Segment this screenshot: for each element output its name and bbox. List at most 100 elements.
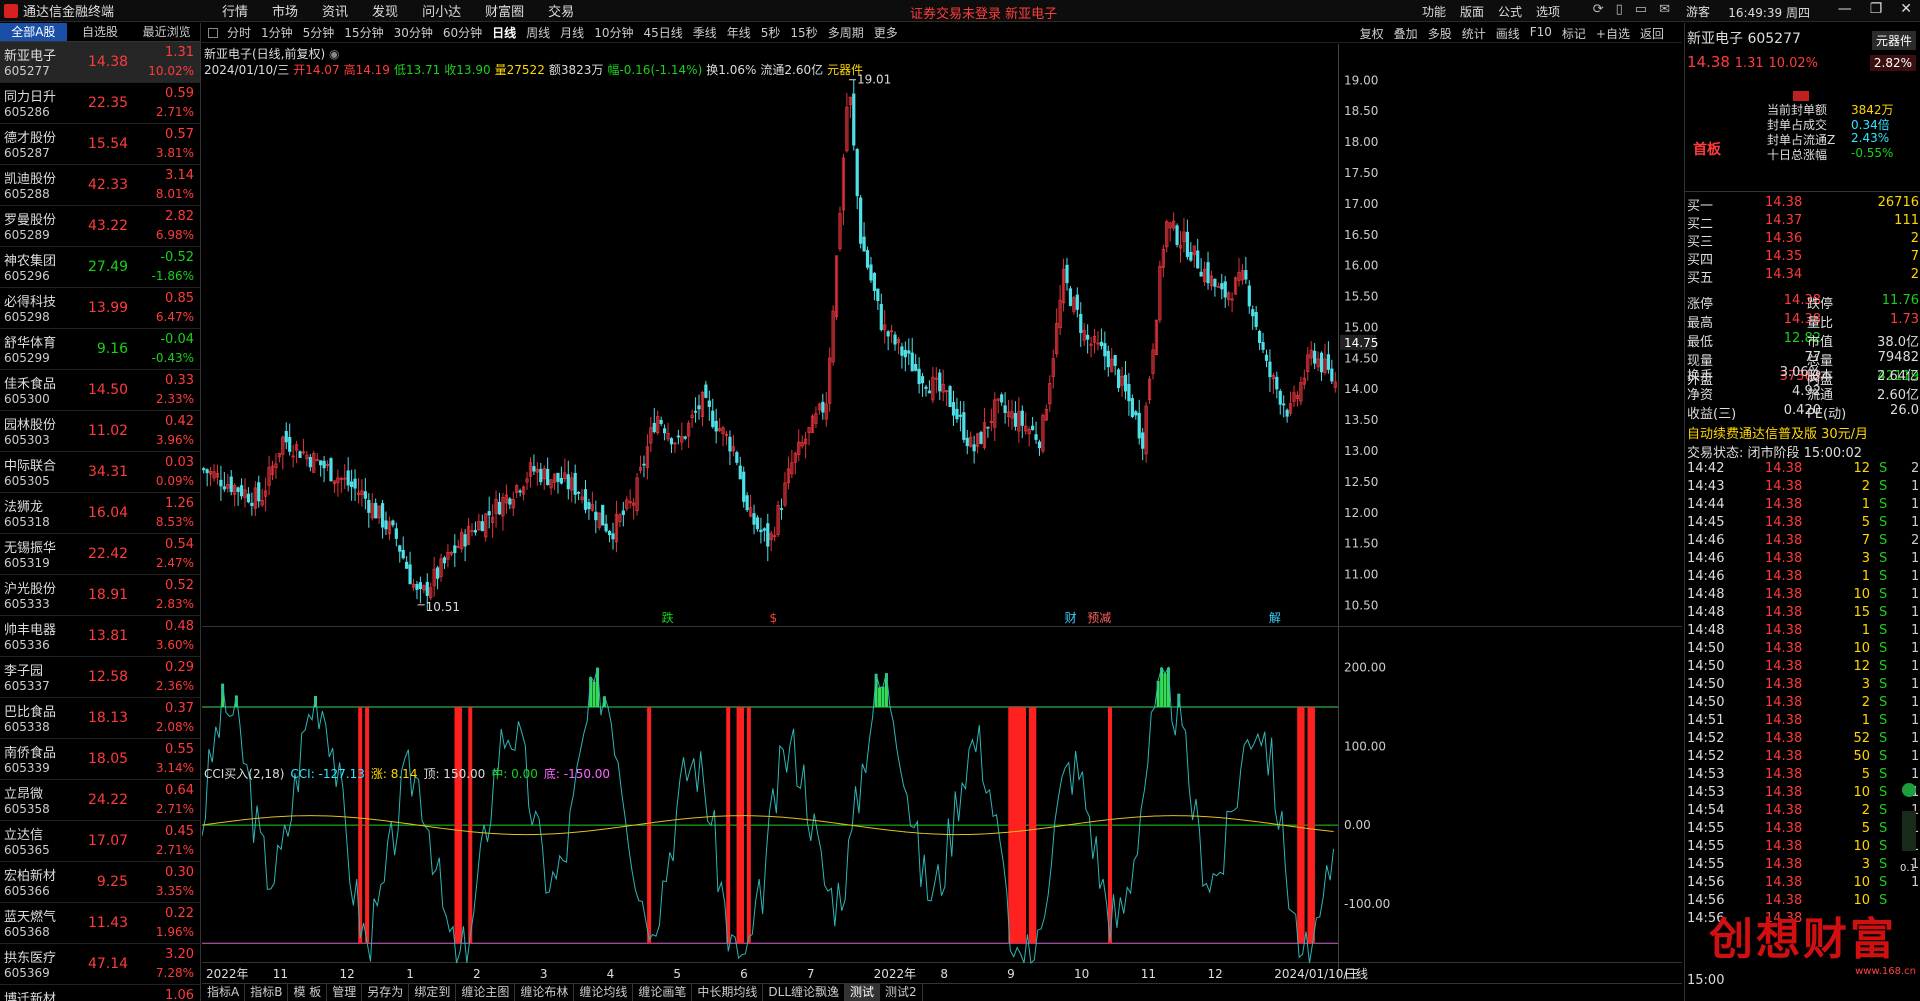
stock-row[interactable]: 法狮龙 605318 16.04 1.26 8.53% [0, 493, 200, 534]
menu-item-4[interactable]: 问小达 [410, 1, 473, 20]
stock-tab-0[interactable]: 全部A股 [0, 23, 67, 41]
indicator-tab-7[interactable]: 缠论布林 [515, 984, 575, 1001]
menu-item-0[interactable]: 行情 [210, 1, 260, 20]
minimize-icon[interactable]: — [1838, 1, 1852, 17]
stock-row[interactable]: 罗曼股份 605289 43.22 2.82 6.98% [0, 206, 200, 247]
stock-row[interactable]: 中际联合 605305 34.31 0.03 0.09% [0, 452, 200, 493]
period-0[interactable]: 分时 [222, 24, 256, 41]
indicator-tab-3[interactable]: 管理 [327, 984, 363, 1001]
indicator-tab-13[interactable]: 测试2 [880, 984, 923, 1001]
indicator-tab-4[interactable]: 另存为 [362, 984, 410, 1001]
stock-row[interactable]: 同力日升 605286 22.35 0.59 2.71% [0, 83, 200, 124]
period-14[interactable]: 15秒 [785, 24, 822, 41]
print-icon[interactable]: ▭ [1635, 2, 1647, 17]
period-12[interactable]: 年线 [722, 24, 756, 41]
right-menu-item-3[interactable]: 选项 [1536, 3, 1560, 20]
stock-row[interactable]: 德才股份 605287 15.54 0.57 3.81% [0, 124, 200, 165]
menu-item-1[interactable]: 市场 [260, 1, 310, 20]
refresh-icon[interactable]: ⟳ [1593, 2, 1604, 17]
indicator-tab-8[interactable]: 缠论均线 [574, 984, 634, 1001]
guest-label[interactable]: 游客 [1686, 3, 1710, 20]
stock-row[interactable]: 博迁新材 1.06 [0, 985, 200, 1001]
cci-signal-bar [1032, 707, 1037, 944]
chart-tool-3[interactable]: 统计 [1462, 25, 1486, 42]
period-16[interactable]: 更多 [869, 24, 903, 41]
period-5[interactable]: 60分钟 [438, 24, 487, 41]
price-tick-label: 10.50 [1344, 598, 1378, 612]
phone-icon[interactable]: ▯ [1616, 2, 1623, 17]
stock-row[interactable]: 舒华体育 605299 9.16 -0.04 -0.43% [0, 329, 200, 370]
right-menu-item-0[interactable]: 功能 [1422, 3, 1446, 20]
stock-row[interactable]: 凯迪股份 605288 42.33 3.14 8.01% [0, 165, 200, 206]
menu-item-5[interactable]: 财富圈 [473, 1, 536, 20]
indicator-tab-10[interactable]: 中长期均线 [692, 984, 764, 1001]
period-13[interactable]: 5秒 [756, 24, 786, 41]
chart-tool-7[interactable]: +自选 [1596, 25, 1630, 42]
stock-row[interactable]: 无锡振华 605319 22.42 0.54 2.47% [0, 534, 200, 575]
restore-icon[interactable]: ❐ [1870, 1, 1883, 17]
indicator-tab-1[interactable]: 指标B [245, 984, 289, 1001]
period-8[interactable]: 月线 [555, 24, 589, 41]
period-4[interactable]: 30分钟 [389, 24, 438, 41]
indicator-tab-12[interactable]: 测试 [845, 984, 881, 1001]
stock-row[interactable]: 沪光股份 605333 18.91 0.52 2.83% [0, 575, 200, 616]
stock-row[interactable]: 立达信 605365 17.07 0.45 2.71% [0, 821, 200, 862]
stock-row[interactable]: 园林股份 605303 11.02 0.42 3.96% [0, 411, 200, 452]
layout-icon[interactable] [208, 27, 218, 38]
collapse-icon[interactable] [1793, 91, 1809, 101]
right-menu-item-1[interactable]: 版面 [1460, 3, 1484, 20]
stock-row[interactable]: 神农集团 605296 27.49 -0.52 -1.86% [0, 247, 200, 288]
menu-item-6[interactable]: 交易 [536, 1, 586, 20]
stock-row[interactable]: 新亚电子 605277 14.38 1.31 10.02% [0, 42, 200, 83]
chart-tool-1[interactable]: 叠加 [1394, 25, 1418, 42]
chart-tool-4[interactable]: 画线 [1496, 25, 1520, 42]
stock-row[interactable]: 巴比食品 605338 18.13 0.37 2.08% [0, 698, 200, 739]
stock-tab-1[interactable]: 自选股 [67, 23, 134, 41]
stock-row[interactable]: 蓝天燃气 605368 11.43 0.22 1.96% [0, 903, 200, 944]
indicator-tab-5[interactable]: 绑定到 [409, 984, 457, 1001]
chart-tool-6[interactable]: 标记 [1562, 25, 1586, 42]
sector-tag[interactable]: 元器件 [1871, 31, 1916, 50]
chart-tool-0[interactable]: 复权 [1360, 25, 1384, 42]
stock-row[interactable]: 宏柏新材 605366 9.25 0.30 3.35% [0, 862, 200, 903]
stock-row[interactable]: 拱东医疗 605369 47.14 3.20 7.28% [0, 944, 200, 985]
login-notice[interactable]: 证券交易未登录 新亚电子 [910, 3, 1057, 22]
candle-body [546, 468, 550, 485]
indicator-tab-6[interactable]: 缠论主图 [456, 984, 516, 1001]
period-6[interactable]: 日线 [487, 24, 521, 41]
indicator-tab-9[interactable]: 缠论画笔 [633, 984, 693, 1001]
period-2[interactable]: 5分钟 [298, 24, 340, 41]
indicator-tab-2[interactable]: 模 板 [288, 984, 328, 1001]
period-10[interactable]: 45日线 [638, 24, 687, 41]
candle-body [1079, 313, 1083, 333]
menu-item-2[interactable]: 资讯 [310, 1, 360, 20]
right-menu-item-2[interactable]: 公式 [1498, 3, 1522, 20]
chart-tool-8[interactable]: 返回 [1640, 25, 1664, 42]
chart-tool-5[interactable]: F10 [1530, 25, 1552, 42]
kline-chart[interactable]: 10.50 11.00 11.50 12.00 12.50 13.00 13.50 14.00… [202, 44, 1682, 984]
close-icon[interactable]: ✕ [1900, 1, 1912, 17]
period-9[interactable]: 10分钟 [589, 24, 638, 41]
add-icon[interactable] [1902, 783, 1916, 797]
mail-icon[interactable]: ✉ [1659, 2, 1670, 17]
period-15[interactable]: 多周期 [823, 24, 869, 41]
stock-tab-2[interactable]: 最近浏览 [133, 23, 200, 41]
stock-row[interactable]: 南侨食品 605339 18.05 0.55 3.14% [0, 739, 200, 780]
period-1[interactable]: 1分钟 [256, 24, 298, 41]
stock-row[interactable]: 李子园 605337 12.58 0.29 2.36% [0, 657, 200, 698]
indicator-tab-11[interactable]: DLL缠论飘逸 [763, 984, 846, 1001]
stock-row[interactable]: 立昂微 605358 24.22 0.64 2.71% [0, 780, 200, 821]
period-7[interactable]: 周线 [521, 24, 555, 41]
menu-item-3[interactable]: 发现 [360, 1, 410, 20]
indicator-name[interactable]: CCI买入(2,18) [204, 767, 284, 781]
subscription-ad[interactable]: 自动续费通达信普及版 30元/月 [1687, 423, 1868, 442]
speed-slider[interactable] [1902, 811, 1916, 851]
chart-tool-2[interactable]: 多股 [1428, 25, 1452, 42]
tick-row: 14:53 14.38 5 S 1 [1685, 767, 1919, 785]
stock-row[interactable]: 帅丰电器 605336 13.81 0.48 3.60% [0, 616, 200, 657]
period-3[interactable]: 15分钟 [339, 24, 388, 41]
indicator-tab-0[interactable]: 指标A [202, 984, 246, 1001]
period-11[interactable]: 季线 [688, 24, 722, 41]
stock-row[interactable]: 必得科技 605298 13.99 0.85 6.47% [0, 288, 200, 329]
stock-row[interactable]: 佳禾食品 605300 14.50 0.33 2.33% [0, 370, 200, 411]
